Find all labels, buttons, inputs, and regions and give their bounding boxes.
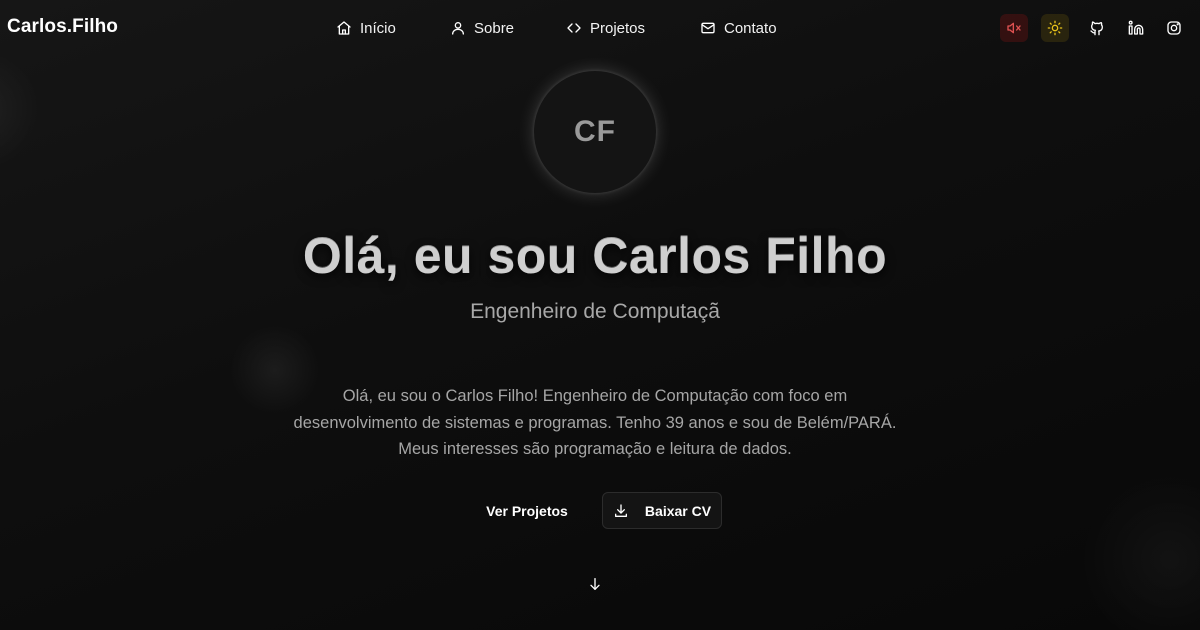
bio-line: Olá, eu sou o Carlos Filho! Engenheiro d…: [342, 387, 848, 405]
bio-line: Meus interesses são programação e leitur…: [398, 440, 792, 458]
nav-item-projetos[interactable]: Projetos: [566, 17, 645, 39]
github-icon: [1089, 20, 1105, 36]
instagram-link[interactable]: [1160, 14, 1188, 42]
nav-label-sobre: Sobre: [474, 19, 515, 37]
page: Carlos.Filho Início Sobre Projetos Conta…: [0, 0, 1200, 630]
download-cv-button[interactable]: Baixar CV: [602, 492, 722, 529]
instagram-icon: [1166, 20, 1182, 36]
user-icon: [450, 20, 466, 36]
download-cv-label: Baixar CV: [644, 502, 712, 519]
arrow-down-icon: [587, 576, 603, 592]
theme-toggle-button[interactable]: [1041, 14, 1069, 42]
nav-label-contato: Contato: [724, 19, 777, 37]
scroll-down-button[interactable]: [587, 576, 603, 592]
site-header: Carlos.Filho Início Sobre Projetos Conta…: [0, 0, 1200, 56]
sun-icon: [1047, 20, 1063, 36]
hero-title: Olá, eu sou Carlos Filho: [0, 226, 1190, 284]
github-link[interactable]: [1083, 14, 1111, 42]
view-projects-label: Ver Projetos: [486, 503, 568, 519]
volume-mute-icon: [1006, 20, 1022, 36]
avatar: CF: [534, 71, 656, 193]
home-icon: [336, 20, 352, 36]
view-projects-button[interactable]: Ver Projetos: [476, 493, 578, 529]
linkedin-icon: [1128, 20, 1144, 36]
nav-label-projetos: Projetos: [590, 19, 646, 37]
code-icon: [566, 20, 582, 36]
mute-toggle-button[interactable]: [1000, 14, 1028, 42]
avatar-initials: CF: [574, 115, 616, 148]
bio-text: Olá, eu sou o Carlos Filho! Engenheiro d…: [260, 383, 930, 463]
bio-line: desenvolvimento de sistemas e programas.…: [293, 413, 897, 432]
nav-item-sobre[interactable]: Sobre: [450, 17, 514, 39]
hero-subtitle: Engenheiro de Computaçã: [470, 300, 720, 323]
mail-icon: [700, 20, 716, 36]
linkedin-link[interactable]: [1122, 14, 1150, 42]
download-icon: [613, 503, 629, 519]
nav-item-inicio[interactable]: Início: [336, 17, 396, 39]
nav-label-inicio: Início: [360, 19, 396, 37]
nav-item-contato[interactable]: Contato: [700, 17, 777, 39]
